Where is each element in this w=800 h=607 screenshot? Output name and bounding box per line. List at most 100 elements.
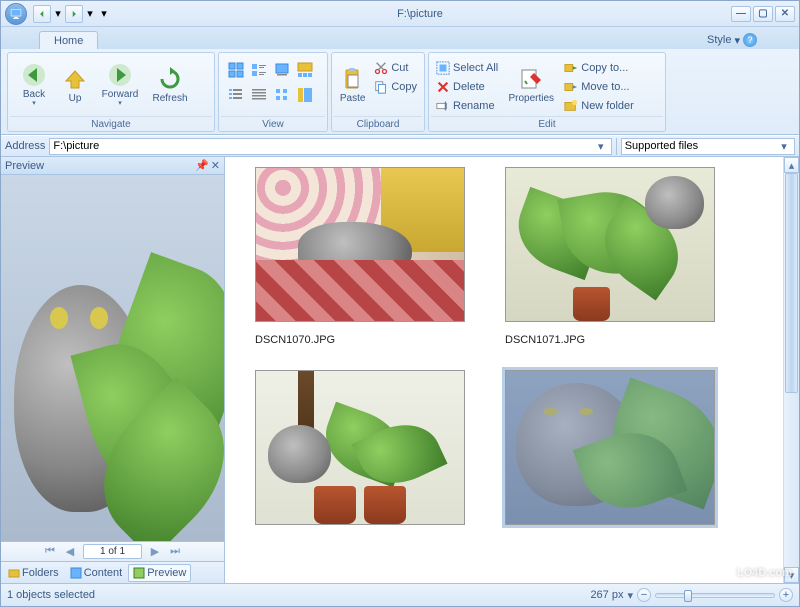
- details-icon: [251, 87, 267, 103]
- small-icons-icon: [274, 87, 290, 103]
- scrollbar-thumb[interactable]: [785, 173, 798, 393]
- pane-tabs: Folders Content Preview: [1, 561, 224, 583]
- zoom-slider[interactable]: [655, 593, 775, 598]
- qat-customize[interactable]: ▾: [99, 5, 109, 23]
- delete-icon: [436, 80, 450, 94]
- file-item-selected[interactable]: [505, 370, 715, 537]
- icons-icon: [274, 62, 290, 78]
- window-title: F:\picture: [109, 8, 731, 20]
- refresh-button[interactable]: Refresh: [148, 57, 192, 113]
- tab-home[interactable]: Home: [39, 31, 98, 49]
- file-item[interactable]: [255, 370, 465, 537]
- properties-button[interactable]: Properties: [503, 57, 559, 113]
- preview-image[interactable]: [1, 175, 224, 541]
- qat-back-button[interactable]: [33, 5, 51, 23]
- zoom-control: 267 px ▾ − +: [590, 588, 793, 602]
- view-filmstrip-button[interactable]: [294, 59, 316, 81]
- pane-pin-button[interactable]: 📌: [195, 159, 209, 172]
- help-icon[interactable]: ?: [743, 33, 757, 47]
- filter-value: Supported files: [625, 140, 698, 152]
- content-icon: [70, 567, 82, 579]
- address-label: Address: [5, 140, 45, 152]
- tab-preview[interactable]: Preview: [128, 564, 191, 582]
- pager-prev-button[interactable]: ◀: [63, 545, 77, 559]
- minimize-button[interactable]: —: [731, 6, 751, 22]
- file-item[interactable]: DSCN1071.JPG: [505, 167, 715, 346]
- select-all-icon: [436, 61, 450, 75]
- tab-folders[interactable]: Folders: [3, 564, 64, 582]
- new-folder-button[interactable]: New folder: [561, 97, 637, 115]
- qat-forward-button[interactable]: [65, 5, 83, 23]
- qat-back-dropdown[interactable]: ▾: [53, 5, 63, 23]
- file-name: DSCN1070.JPG: [255, 334, 465, 346]
- copy-button[interactable]: Copy: [371, 78, 420, 96]
- pager-first-button[interactable]: ⏮: [43, 545, 57, 559]
- view-details-button[interactable]: [248, 84, 270, 106]
- address-field[interactable]: F:\picture ▾: [49, 138, 611, 155]
- move-to-button[interactable]: Move to...: [561, 78, 637, 96]
- ribbon-tab-row: Home Style ▾ ?: [1, 27, 799, 49]
- preview-icon: [133, 567, 145, 579]
- select-all-button[interactable]: Select All: [433, 59, 501, 77]
- view-thumbnails-button[interactable]: [225, 59, 247, 81]
- qat-forward-dropdown[interactable]: ▾: [85, 5, 95, 23]
- cut-button[interactable]: Cut: [371, 59, 420, 77]
- view-icons-button[interactable]: [271, 59, 293, 81]
- back-button[interactable]: Back▾: [12, 57, 56, 113]
- group-view: View: [218, 52, 328, 132]
- forward-button[interactable]: Forward▾: [94, 57, 146, 113]
- zoom-out-button[interactable]: −: [637, 588, 651, 602]
- maximize-button[interactable]: ▢: [753, 6, 773, 22]
- arrow-right-icon: [69, 9, 79, 19]
- copy-to-button[interactable]: Copy to...: [561, 59, 637, 77]
- view-list-button[interactable]: [225, 84, 247, 106]
- address-dropdown[interactable]: ▾: [594, 140, 608, 153]
- move-to-icon: [564, 80, 578, 94]
- file-content-area[interactable]: DSCN1070.JPG DSCN1071.JPG: [225, 157, 799, 583]
- status-bar: 1 objects selected 267 px ▾ − +: [1, 583, 799, 606]
- main-area: Preview 📌 ✕ ⏮ ◀ 1 of 1 ▶ ⏭: [1, 157, 799, 583]
- view-layout-button[interactable]: [294, 84, 316, 106]
- address-value: F:\picture: [53, 140, 99, 152]
- properties-icon: [519, 67, 543, 91]
- group-navigate: Back▾ Up Forward▾ Refresh Navigate: [7, 52, 215, 132]
- preview-title: Preview: [5, 160, 44, 172]
- pane-close-button[interactable]: ✕: [211, 159, 220, 172]
- zoom-in-button[interactable]: +: [779, 588, 793, 602]
- app-menu-button[interactable]: [5, 3, 27, 25]
- zoom-slider-handle[interactable]: [684, 590, 692, 602]
- style-label: Style: [707, 34, 731, 46]
- view-tiles-button[interactable]: [248, 59, 270, 81]
- paste-button[interactable]: Paste: [336, 57, 369, 113]
- filter-field[interactable]: Supported files ▾: [621, 138, 795, 155]
- delete-button[interactable]: Delete: [433, 78, 501, 96]
- preview-pane: Preview 📌 ✕ ⏮ ◀ 1 of 1 ▶ ⏭: [1, 157, 225, 583]
- close-button[interactable]: ✕: [775, 6, 795, 22]
- tab-content[interactable]: Content: [65, 564, 128, 582]
- new-folder-icon: [564, 99, 578, 113]
- rename-button[interactable]: Rename: [433, 97, 501, 115]
- status-selection: 1 objects selected: [7, 589, 95, 601]
- filter-dropdown[interactable]: ▾: [777, 140, 791, 153]
- address-bar: Address F:\picture ▾ Supported files ▾: [1, 135, 799, 157]
- tiles-icon: [251, 62, 267, 78]
- chevron-down-icon: ▾: [734, 34, 740, 47]
- up-button[interactable]: Up: [58, 57, 92, 113]
- zoom-value: 267 px: [590, 589, 623, 601]
- filmstrip-icon: [297, 62, 313, 78]
- pager-next-button[interactable]: ▶: [148, 545, 162, 559]
- arrow-left-icon: [37, 9, 47, 19]
- pager-last-button[interactable]: ⏭: [168, 545, 182, 559]
- style-menu[interactable]: Style ▾ ?: [703, 31, 761, 49]
- group-navigate-label: Navigate: [10, 116, 212, 131]
- scroll-up-button[interactable]: ▴: [784, 157, 799, 173]
- vertical-scrollbar[interactable]: ▴ ▾: [783, 157, 799, 583]
- layout-icon: [297, 87, 313, 103]
- file-item[interactable]: DSCN1070.JPG: [255, 167, 465, 346]
- scissors-icon: [374, 61, 388, 75]
- scroll-down-button[interactable]: ▾: [784, 567, 799, 583]
- file-name: DSCN1071.JPG: [505, 334, 715, 346]
- view-small-button[interactable]: [271, 84, 293, 106]
- paste-icon: [341, 67, 365, 91]
- copy-icon: [374, 80, 388, 94]
